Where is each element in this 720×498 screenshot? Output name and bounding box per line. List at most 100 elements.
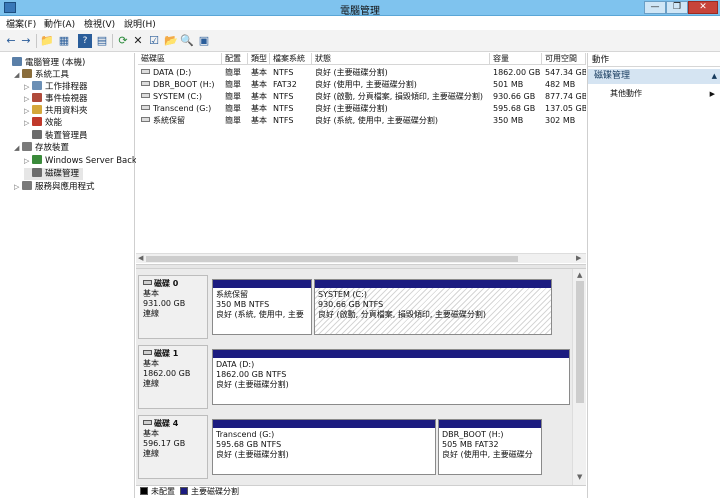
volume-name-cell[interactable]: DBR_BOOT (H:) <box>138 79 222 90</box>
menu-view[interactable]: 檢視(V) <box>84 17 115 30</box>
delete-icon[interactable]: ✕ <box>131 34 145 48</box>
expand-twisty-icon[interactable]: ◢ <box>14 142 22 154</box>
volume-name-cell[interactable]: 系統保留 <box>138 115 222 126</box>
partition[interactable]: Transcend (G:) 595.68 GB NTFS 良好 (主要磁碟分割) <box>212 419 436 475</box>
tree-item[interactable]: ▷ Windows Server Backu <box>24 155 142 167</box>
expand-twisty-icon[interactable]: ▷ <box>24 93 32 105</box>
checklist-icon[interactable]: ☑ <box>147 34 161 48</box>
menu-action[interactable]: 動作(A) <box>44 17 75 30</box>
menu-file[interactable]: 檔案(F) <box>6 17 36 30</box>
table-cell[interactable]: 482 MB <box>542 79 586 90</box>
tree-item[interactable]: ▷ 共用資料夾 <box>24 105 88 117</box>
table-cell[interactable]: NTFS <box>270 103 312 114</box>
scroll-left-icon[interactable]: ◀ <box>138 254 143 262</box>
tree-item[interactable]: 電腦管理 (本機) <box>4 57 85 69</box>
column-header[interactable]: 容量 <box>490 53 542 65</box>
table-cell[interactable]: 良好 (主要磁碟分割) <box>312 103 490 114</box>
table-cell[interactable]: NTFS <box>270 115 312 126</box>
column-header[interactable]: 檔案系統 <box>270 53 312 65</box>
scroll-up-icon[interactable]: ▲ <box>577 271 582 279</box>
volume-name-cell[interactable]: Transcend (G:) <box>138 103 222 114</box>
table-cell[interactable]: 501 MB <box>490 79 542 90</box>
collapse-icon[interactable]: ▲ <box>712 69 717 84</box>
minimize-button[interactable]: — <box>644 1 666 14</box>
partition[interactable]: DATA (D:) 1862.00 GB NTFS 良好 (主要磁碟分割) <box>212 349 570 405</box>
table-cell[interactable]: 簡單 <box>222 103 248 114</box>
partition-color-bar <box>213 280 311 288</box>
disk-props-icon[interactable]: ▣ <box>197 34 211 48</box>
table-cell[interactable]: 930.66 GB <box>490 91 542 102</box>
scroll-thumb[interactable] <box>146 256 518 262</box>
disk-label[interactable]: 磁碟 1 基本 1862.00 GB 連線 <box>138 345 208 409</box>
expand-twisty-icon[interactable]: ▷ <box>14 181 22 193</box>
table-cell[interactable]: 302 MB <box>542 115 586 126</box>
close-button[interactable]: ✕ <box>688 1 718 14</box>
table-cell[interactable]: 簡單 <box>222 67 248 78</box>
scroll-thumb[interactable] <box>576 281 584 403</box>
volume-name-cell[interactable]: SYSTEM (C:) <box>138 91 222 102</box>
show-hide-tree-icon[interactable]: ▦ <box>57 34 71 48</box>
help-icon[interactable]: ? <box>78 34 92 48</box>
table-cell[interactable]: 簡單 <box>222 91 248 102</box>
partition[interactable]: 系統保留 350 MB NTFS 良好 (系統, 使用中, 主要 <box>212 279 312 335</box>
refresh-icon[interactable]: ⟳ <box>116 34 130 48</box>
table-cell[interactable]: 350 MB <box>490 115 542 126</box>
forward-icon[interactable]: → <box>19 34 33 48</box>
volume-name-cell[interactable]: DATA (D:) <box>138 67 222 78</box>
table-cell[interactable]: FAT32 <box>270 79 312 90</box>
partition[interactable]: SYSTEM (C:) 930.66 GB NTFS 良好 (啟動, 分頁檔案, 損… <box>314 279 552 335</box>
expand-twisty-icon[interactable]: ▷ <box>24 117 32 129</box>
expand-twisty-icon[interactable]: ◢ <box>14 69 22 81</box>
table-cell[interactable]: 簡單 <box>222 79 248 90</box>
expand-twisty-icon[interactable]: ▷ <box>24 155 32 167</box>
table-cell[interactable]: 良好 (主要磁碟分割) <box>312 67 490 78</box>
disk-label[interactable]: 磁碟 0 基本 931.00 GB 連線 <box>138 275 208 339</box>
table-cell[interactable]: NTFS <box>270 67 312 78</box>
partition[interactable]: DBR_BOOT (H:) 505 MB FAT32 良好 (使用中, 主要磁碟分 <box>438 419 542 475</box>
table-cell[interactable]: 基本 <box>248 67 270 78</box>
expand-twisty-icon[interactable]: ▷ <box>24 81 32 93</box>
vertical-scrollbar[interactable]: ▲ ▼ <box>572 269 586 485</box>
properties-icon[interactable]: ▤ <box>95 34 109 48</box>
table-cell[interactable]: 基本 <box>248 91 270 102</box>
tree-item[interactable]: 磁碟管理 <box>24 168 84 180</box>
column-header[interactable]: 磁碟區 <box>138 53 222 65</box>
more-actions-item[interactable]: 其他動作 ▶ <box>588 88 720 100</box>
maximize-button[interactable]: ❐ <box>666 1 688 14</box>
actions-section-disk-management[interactable]: 磁碟管理 ▲ <box>588 69 720 84</box>
menu-help[interactable]: 說明(H) <box>124 17 156 30</box>
table-cell[interactable]: 1862.00 GB <box>490 67 542 78</box>
table-cell[interactable]: 基本 <box>248 79 270 90</box>
table-cell[interactable]: 良好 (系統, 使用中, 主要磁碟分割) <box>312 115 490 126</box>
column-header[interactable]: 配置 <box>222 53 248 65</box>
table-cell[interactable]: 基本 <box>248 103 270 114</box>
table-cell[interactable]: 877.74 GB <box>542 91 586 102</box>
tree-item[interactable]: ▷ 服務與應用程式 <box>14 181 95 193</box>
tree-item[interactable]: ◢ 系統工具 <box>14 69 69 81</box>
tree-item[interactable]: 裝置管理員 <box>24 130 88 142</box>
column-header[interactable]: 可用空間 <box>542 53 586 65</box>
up-folder-icon[interactable]: 📁 <box>40 34 54 48</box>
column-header[interactable]: 狀態 <box>312 53 490 65</box>
scroll-down-icon[interactable]: ▼ <box>577 473 582 481</box>
scroll-right-icon[interactable]: ▶ <box>576 254 581 262</box>
column-header[interactable]: 類型 <box>248 53 270 65</box>
disk-label[interactable]: 磁碟 4 基本 596.17 GB 連線 <box>138 415 208 479</box>
table-cell[interactable]: 基本 <box>248 115 270 126</box>
horizontal-scrollbar[interactable]: ◀ ▶ <box>136 253 586 263</box>
table-cell[interactable]: 547.34 GB <box>542 67 586 78</box>
search-icon[interactable]: 🔍 <box>180 34 194 48</box>
table-cell[interactable]: 良好 (使用中, 主要磁碟分割) <box>312 79 490 90</box>
tree-item[interactable]: ▷ 事件檢視器 <box>24 93 88 105</box>
table-cell[interactable]: NTFS <box>270 91 312 102</box>
table-cell[interactable]: 良好 (啟動, 分頁檔案, 損毀傾印, 主要磁碟分割) <box>312 91 490 102</box>
table-cell[interactable]: 595.68 GB <box>490 103 542 114</box>
back-icon[interactable]: ← <box>4 34 18 48</box>
tree-item[interactable]: ◢ 存放裝置 <box>14 142 69 154</box>
table-cell[interactable]: 137.05 GB <box>542 103 586 114</box>
table-cell[interactable]: 簡單 <box>222 115 248 126</box>
open-folder-icon[interactable]: 📂 <box>164 34 178 48</box>
expand-twisty-icon[interactable]: ▷ <box>24 105 32 117</box>
tree-item[interactable]: ▷ 工作排程器 <box>24 81 88 93</box>
tree-item[interactable]: ▷ 效能 <box>24 117 62 129</box>
